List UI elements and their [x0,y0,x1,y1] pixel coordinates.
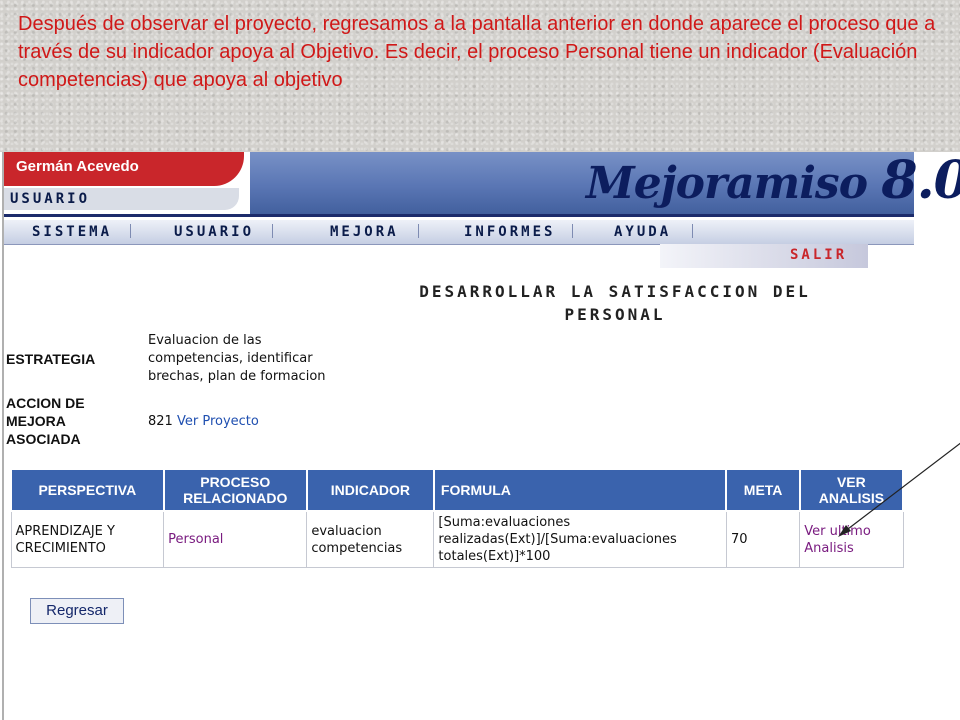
app-screenshot: Germán Acevedo USUARIO Mejoramiso 8.0 SI… [0,150,960,720]
annotation-arrow [838,442,960,537]
caption-text: Después de observar el proyecto, regresa… [18,13,936,91]
slide-caption: Después de observar el proyecto, regresa… [0,0,960,152]
